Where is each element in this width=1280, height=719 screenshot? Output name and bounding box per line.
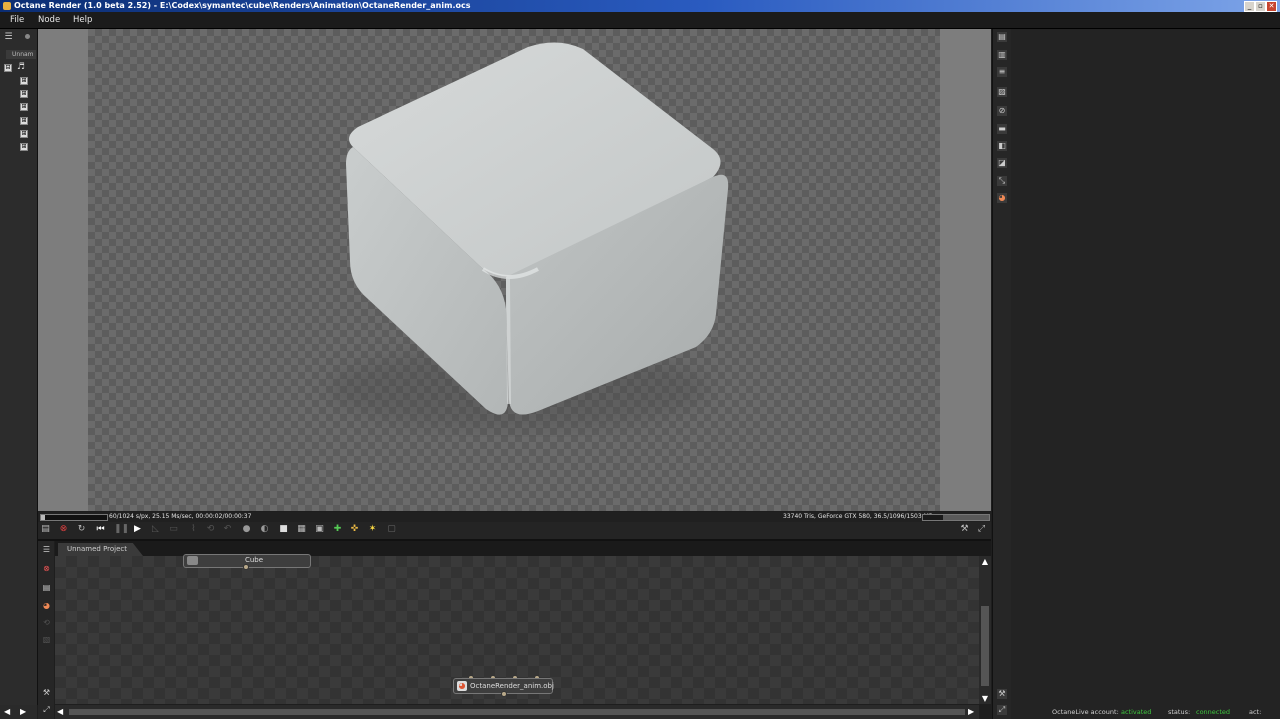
scroll-left-icon[interactable]: ◀ bbox=[57, 707, 66, 716]
view-icon[interactable]: ▣ bbox=[314, 524, 325, 535]
outliner-next-icon[interactable]: ▶ bbox=[20, 707, 26, 717]
tree-expand-icon[interactable]: ⊞ bbox=[20, 77, 28, 85]
graph-link-icon[interactable]: ⟲ bbox=[41, 617, 52, 628]
material-icon[interactable]: ◕ bbox=[997, 193, 1007, 203]
render-stats-left: 60/1024 s/px, 25.15 Ms/sec, 00:00:02/00:… bbox=[109, 513, 252, 520]
render-progress-bar bbox=[40, 514, 108, 521]
horizontal-scroll-thumb[interactable] bbox=[69, 709, 965, 715]
list-icon[interactable]: ≡ bbox=[997, 67, 1007, 77]
stop-render-icon[interactable]: ⊗ bbox=[58, 524, 69, 535]
graph-material-icon[interactable]: ◕ bbox=[41, 600, 52, 611]
pause-icon[interactable]: ❚❚ bbox=[114, 524, 129, 535]
tree-expand-icon[interactable]: ⊞ bbox=[20, 130, 28, 138]
outliner-menu-icon[interactable]: ☰ bbox=[3, 32, 14, 43]
graph-stop-icon[interactable]: ⊗ bbox=[41, 563, 52, 574]
render-stats-right: 33740 Tris, GeForce GTX 580, 36.5/1096/1… bbox=[783, 513, 933, 520]
octane-app-icon bbox=[3, 2, 11, 10]
outliner-tab[interactable]: Unnam bbox=[6, 50, 36, 59]
graph-menu-icon[interactable]: ☰ bbox=[41, 544, 52, 555]
settings-icon[interactable]: ⚒ bbox=[959, 524, 970, 535]
outliner-nav: ◀ ▶ bbox=[0, 705, 37, 719]
scroll-up-icon[interactable]: ▲ bbox=[981, 558, 989, 566]
rewind-icon[interactable]: ⏮ bbox=[95, 524, 106, 535]
node-label: Cube bbox=[244, 556, 264, 564]
graph-editor-icon[interactable]: ▤ bbox=[997, 32, 1007, 42]
right-fullscreen-icon[interactable]: ⤢ bbox=[997, 705, 1007, 715]
node-output-pin[interactable] bbox=[501, 691, 507, 697]
obj-mesh-icon: ◕ bbox=[457, 681, 467, 691]
connection-value: connected bbox=[1196, 708, 1231, 716]
tree-expand-icon[interactable]: ⊞ bbox=[20, 90, 28, 98]
graph-layout-icon[interactable]: ▧ bbox=[41, 634, 52, 645]
menu-bar bbox=[0, 12, 1280, 29]
graph-settings-icon[interactable]: ⚒ bbox=[41, 687, 52, 698]
tree-expand-icon[interactable]: ⊞ bbox=[20, 143, 28, 151]
render-toolbar: ▤ ⊗ ↻ ⏮ ❚❚ ▶ ◺ ▭ ⌇ ⟲ ↶ ● ◐ ■ ▦ ▣ ✚ ✜ ✶ ▢… bbox=[38, 522, 991, 541]
film-region-icon[interactable]: ▭ bbox=[168, 524, 179, 535]
material-picker-icon[interactable]: ▢ bbox=[386, 524, 397, 535]
connection-label: status: bbox=[1168, 708, 1191, 716]
alpha-icon[interactable]: ◐ bbox=[259, 524, 270, 535]
region-render-icon[interactable]: ◺ bbox=[150, 524, 161, 535]
node-graph-canvas[interactable]: Cube ◕ OctaneRender_anim.obj bbox=[55, 554, 979, 704]
focus-picker-icon[interactable]: ✜ bbox=[349, 524, 360, 535]
undo-icon[interactable]: ↶ bbox=[222, 524, 233, 535]
node-graph-horizontal-scrollbar[interactable]: ◀ ▶ bbox=[55, 705, 979, 719]
layers-icon[interactable]: ▥ bbox=[997, 50, 1007, 60]
save-render-icon[interactable]: ▤ bbox=[40, 524, 51, 535]
picker-icon[interactable]: ✚ bbox=[332, 524, 343, 535]
tree-collapse-icon[interactable]: ⊟ bbox=[4, 64, 12, 72]
picture-icon[interactable]: ◪ bbox=[997, 158, 1007, 168]
scene-outliner bbox=[0, 29, 38, 705]
graph-icon[interactable]: ⌇ bbox=[188, 524, 199, 535]
subsample-icon[interactable]: ■ bbox=[278, 524, 289, 535]
memory-usage-bar bbox=[922, 514, 990, 521]
graph-fullscreen-icon[interactable]: ⤢ bbox=[41, 704, 52, 715]
graph-save-icon[interactable]: ▤ bbox=[41, 582, 52, 593]
play-icon[interactable]: ▶ bbox=[132, 524, 143, 535]
film-icon[interactable]: ▬ bbox=[997, 124, 1007, 134]
scroll-down-icon[interactable]: ▼ bbox=[981, 695, 989, 703]
scene-root-icon: ♬ bbox=[17, 62, 26, 72]
maximize-button[interactable]: ▫ bbox=[1255, 1, 1266, 12]
account-status-bar: OctaneLive account: activated status: co… bbox=[1011, 705, 1280, 719]
white-balance-icon[interactable]: ✶ bbox=[367, 524, 378, 535]
menu-help[interactable]: Help bbox=[73, 12, 92, 28]
checker-icon[interactable]: ▦ bbox=[296, 524, 307, 535]
node-label: OctaneRender_anim.obj bbox=[470, 682, 554, 690]
minimize-button[interactable]: _ bbox=[1244, 1, 1255, 12]
act-label: act: bbox=[1249, 708, 1262, 716]
image-icon[interactable]: ▨ bbox=[997, 87, 1007, 97]
curve-icon[interactable]: ⤡ bbox=[997, 176, 1007, 186]
right-settings-icon[interactable]: ⚒ bbox=[997, 689, 1007, 699]
node-icon[interactable]: ⊘ bbox=[997, 106, 1007, 116]
restart-render-icon[interactable]: ↻ bbox=[76, 524, 87, 535]
clay-mode-icon[interactable]: ● bbox=[241, 524, 252, 535]
node-graph-vertical-scrollbar[interactable]: ▲ ▼ bbox=[979, 556, 991, 704]
account-label: OctaneLive account: bbox=[1052, 708, 1119, 716]
tree-expand-icon[interactable]: ⊞ bbox=[20, 117, 28, 125]
vertical-scroll-thumb[interactable] bbox=[981, 606, 989, 686]
node-graph-toolbar: ☰ ⊗ ▤ ◕ ⟲ ▧ ⚒ ⤢ bbox=[38, 541, 54, 719]
menu-file[interactable]: File bbox=[10, 12, 24, 28]
account-value: activated bbox=[1121, 708, 1152, 716]
render-canvas[interactable] bbox=[88, 29, 940, 511]
render-statistics-bar: 60/1024 s/px, 25.15 Ms/sec, 00:00:02/00:… bbox=[38, 512, 991, 522]
texture-icon[interactable]: ◧ bbox=[997, 141, 1007, 151]
node-output-pin[interactable] bbox=[243, 564, 249, 570]
cube-render bbox=[328, 42, 729, 429]
render-viewport[interactable] bbox=[38, 29, 991, 511]
tab-unnamed-project[interactable]: Unnamed Project bbox=[58, 543, 144, 556]
scroll-right-icon[interactable]: ▶ bbox=[968, 707, 977, 716]
right-icon-strip: ▤ ▥ ≡ ▨ ⊘ ▬ ◧ ◪ ⤡ ◕ ⚒ ⤢ bbox=[992, 29, 1011, 719]
close-button[interactable]: ✕ bbox=[1266, 1, 1277, 12]
menu-node[interactable]: Node bbox=[38, 12, 60, 28]
outliner-dot-icon bbox=[25, 34, 30, 39]
tree-expand-icon[interactable]: ⊞ bbox=[20, 103, 28, 111]
lock-icon[interactable]: ⟲ bbox=[205, 524, 216, 535]
fullscreen-icon[interactable]: ⤢ bbox=[976, 524, 987, 535]
right-empty-panel bbox=[1011, 29, 1280, 705]
outliner-prev-icon[interactable]: ◀ bbox=[4, 707, 10, 717]
window-title: Octane Render (1.0 beta 2.52) - E:\Codex… bbox=[14, 1, 471, 10]
